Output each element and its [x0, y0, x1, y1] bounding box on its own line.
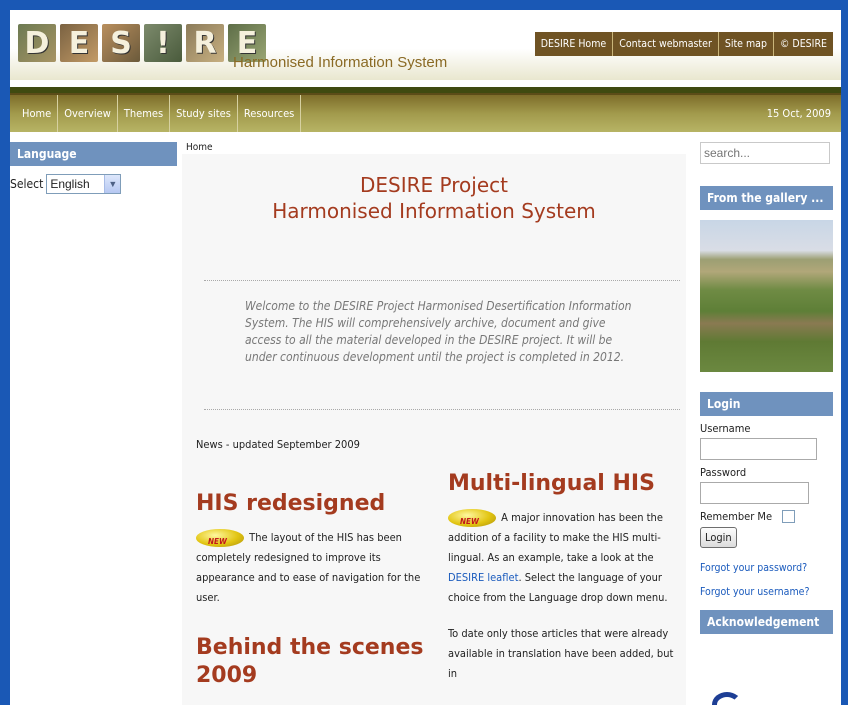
- remember-row: Remember Me: [700, 510, 833, 523]
- right-column: From the gallery ... Login Username Pass…: [700, 142, 835, 705]
- divider: [204, 409, 680, 410]
- article-body: A major innovation has been the addition…: [448, 508, 680, 608]
- news-column-left: HIS redesigned The layout of the HIS has…: [196, 490, 428, 700]
- article-body: The layout of the HIS has been completel…: [196, 528, 428, 608]
- site-map-link[interactable]: Site map: [717, 32, 773, 56]
- language-row: Select English ▼: [10, 166, 177, 194]
- nav-item-home[interactable]: Home: [16, 95, 59, 132]
- article-heading[interactable]: Multi-lingual HIS: [448, 470, 680, 498]
- nav-item-overview[interactable]: Overview: [58, 95, 118, 132]
- nav-item-study-sites[interactable]: Study sites: [170, 95, 238, 132]
- desire-logo[interactable]: D E S ! R E: [18, 24, 266, 64]
- page-title-line1: DESIRE Project: [360, 173, 508, 197]
- page-title-line2: Harmonised Information System: [272, 199, 596, 223]
- site-header: D E S ! R E Harmonised Information Syste…: [10, 10, 841, 80]
- article-text: To date only those articles that were al…: [448, 627, 674, 680]
- logo-letter: D: [18, 24, 56, 62]
- username-label: Username: [700, 422, 751, 435]
- language-select-label: Select: [10, 177, 44, 191]
- logo-letter: R: [186, 24, 224, 62]
- login-module: Login Username Password Remember Me Logi…: [700, 392, 833, 634]
- page-frame: D E S ! R E Harmonised Information Syste…: [10, 10, 841, 705]
- login-title: Login: [700, 392, 833, 416]
- desire-home-link[interactable]: DESIRE Home: [534, 32, 613, 56]
- divider: [204, 280, 680, 281]
- language-selected-value: English: [50, 177, 90, 191]
- logo-letter: S: [102, 24, 140, 62]
- remember-label: Remember Me: [700, 510, 773, 523]
- copyright-link[interactable]: © DESIRE: [772, 32, 833, 56]
- language-select[interactable]: English ▼: [46, 174, 122, 194]
- gallery-image[interactable]: [700, 220, 833, 372]
- nav-stripe: [10, 87, 841, 93]
- current-date: 15 Oct, 2009: [766, 107, 831, 120]
- fp6-logo-icon: [712, 692, 742, 705]
- remember-checkbox[interactable]: [782, 510, 796, 523]
- forgot-password-link[interactable]: Forgot your password?: [700, 562, 833, 574]
- nav-item-resources[interactable]: Resources: [238, 95, 302, 132]
- contact-webmaster-link[interactable]: Contact webmaster: [612, 32, 718, 56]
- logo-letter: E: [60, 24, 98, 62]
- acknowledgement-title: Acknowledgement: [700, 610, 833, 634]
- desire-leaflet-link[interactable]: DESIRE leaflet: [448, 571, 518, 584]
- login-button[interactable]: Login: [700, 527, 737, 548]
- main-nav: Home Overview Themes Study sites Resourc…: [10, 87, 841, 132]
- news-column-right: Multi-lingual HIS A major innovation has…: [448, 470, 680, 684]
- language-title: Language: [10, 142, 177, 166]
- search-input[interactable]: [700, 142, 830, 164]
- new-badge-icon: [196, 529, 244, 552]
- forgot-username-link[interactable]: Forgot your username?: [700, 586, 833, 598]
- welcome-text: Welcome to the DESIRE Project Harmonised…: [245, 299, 632, 364]
- password-field[interactable]: [700, 482, 809, 504]
- article-heading[interactable]: HIS redesigned: [196, 490, 428, 518]
- password-label: Password: [700, 466, 747, 479]
- site-tagline: Harmonised Information System: [233, 54, 448, 71]
- left-column: Language Select English ▼: [10, 142, 177, 194]
- logo-letter: !: [144, 24, 182, 62]
- top-links: DESIRE Home Contact webmaster Site map ©…: [534, 32, 833, 56]
- nav-item-themes[interactable]: Themes: [118, 95, 171, 132]
- breadcrumb[interactable]: Home: [186, 142, 213, 153]
- new-badge-icon: [448, 509, 496, 532]
- gallery-title: From the gallery ...: [700, 186, 833, 210]
- username-field[interactable]: [700, 438, 817, 460]
- article-heading[interactable]: Behind the scenes 2009: [196, 634, 428, 690]
- chevron-down-icon[interactable]: ▼: [104, 175, 121, 193]
- news-updated: News - updated September 2009: [196, 438, 360, 451]
- scrollbar[interactable]: [841, 0, 848, 705]
- main-content: Home DESIRE Project Harmonised Informati…: [182, 140, 686, 705]
- page-title: DESIRE Project Harmonised Information Sy…: [182, 172, 686, 224]
